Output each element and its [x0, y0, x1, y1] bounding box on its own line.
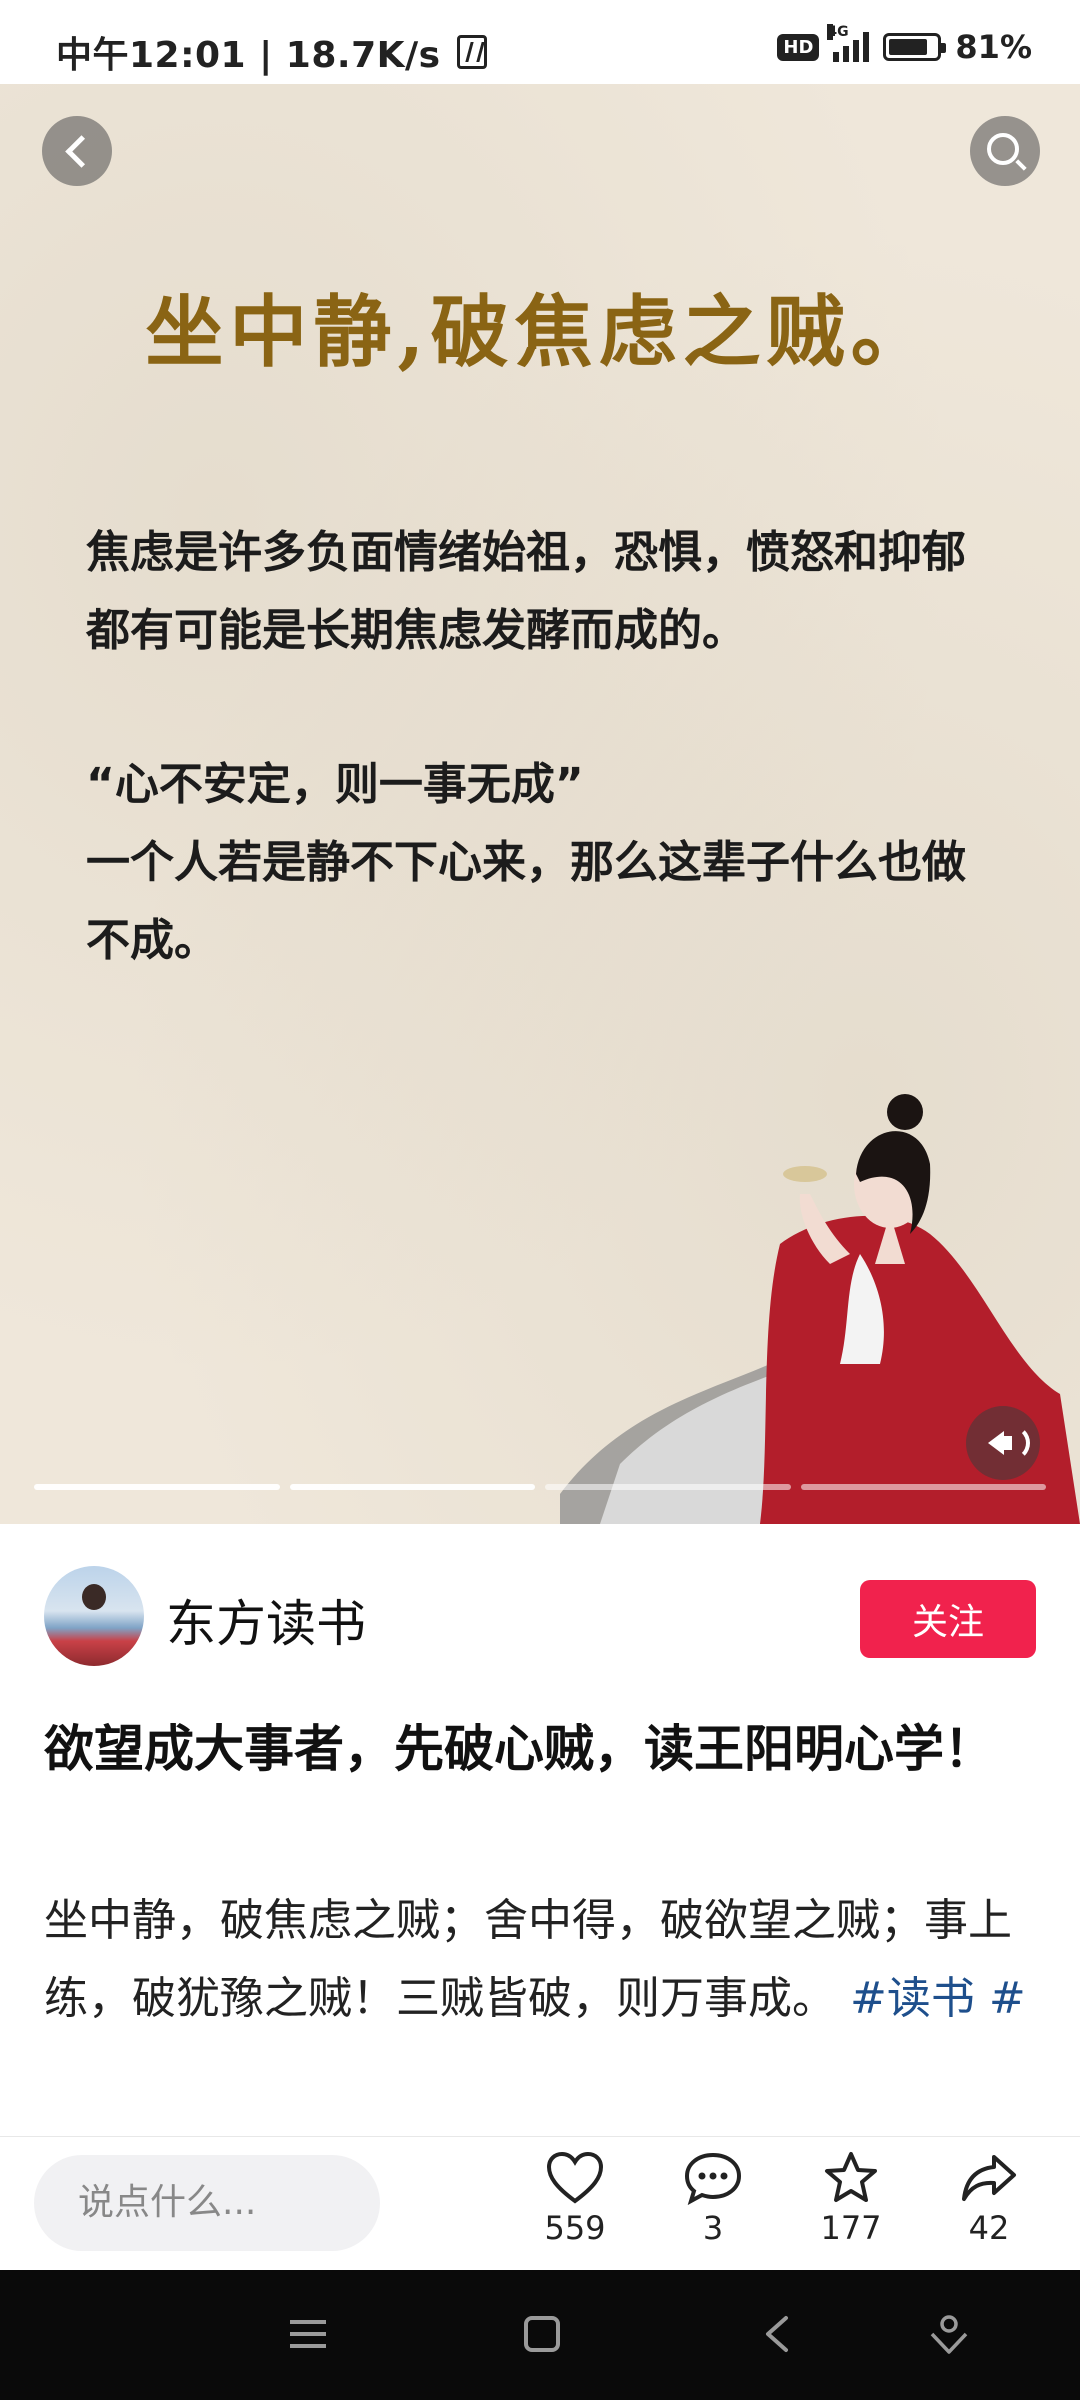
back-arrow-icon	[64, 134, 98, 168]
comment-input[interactable]: 说点什么...	[34, 2155, 380, 2251]
image-progress-indicator	[34, 1484, 1046, 1490]
progress-segment	[545, 1484, 791, 1490]
sound-waves	[1008, 1425, 1030, 1461]
comment-button[interactable]: 3	[658, 2151, 768, 2247]
sound-icon	[988, 1431, 1012, 1455]
post-image[interactable]: 坐中静,破焦虑之贼。 焦虑是许多负面情绪始祖，恐惧，愤怒和抑郁都有可能是长期焦虑…	[0, 84, 1080, 1524]
status-left: 中午12:01 | 18.7K/s	[56, 26, 487, 78]
hd-badge: HD	[777, 33, 820, 61]
nfc-icon	[456, 35, 487, 69]
progress-segment	[800, 1484, 1046, 1490]
signal-icon: 4G	[827, 24, 870, 62]
favorite-count: 177	[820, 2209, 882, 2247]
progress-segment	[34, 1484, 280, 1490]
network-type: 4G	[827, 24, 849, 40]
author-name[interactable]: 东方读书	[166, 1584, 366, 1656]
comment-count: 3	[702, 2209, 724, 2247]
comment-bubble-icon	[684, 2152, 742, 2205]
post-title: 欲望成大事者，先破心贼，读王阳明心学！	[44, 1720, 994, 1778]
status-time-speed: 中午12:01 | 18.7K/s	[56, 35, 441, 76]
system-navigation-bar	[0, 2270, 1080, 2400]
back-button[interactable]	[42, 116, 112, 186]
action-bar: 说点什么... 559 3 177 42	[0, 2136, 1080, 2271]
image-paragraph-2-body: 一个人若是静不下心来，那么这辈子什么也做不成。	[86, 837, 966, 966]
follow-button[interactable]: 关注	[860, 1580, 1036, 1658]
like-button[interactable]: 559	[520, 2151, 630, 2247]
image-paragraph-1: 焦虑是许多负面情绪始祖，恐惧，愤怒和抑郁都有可能是长期焦虑发酵而成的。	[86, 527, 966, 656]
search-icon	[987, 133, 1019, 165]
status-bar: 中午12:01 | 18.7K/s HD 4G 81%	[0, 0, 1080, 84]
like-count: 559	[544, 2209, 606, 2247]
share-button[interactable]: 42	[934, 2151, 1044, 2247]
share-count: 42	[968, 2209, 1010, 2247]
battery-percent: 81%	[955, 28, 1032, 66]
battery-icon	[883, 33, 947, 61]
back-icon[interactable]	[756, 2312, 800, 2356]
search-button[interactable]	[970, 116, 1040, 186]
favorite-button[interactable]: 177	[796, 2151, 906, 2247]
heart-icon	[546, 2151, 604, 2204]
image-paragraph-2: “心不安定，则一事无成” 一个人若是静不下心来，那么这辈子什么也做不成。	[86, 746, 1006, 980]
image-headline: 坐中静,破焦虑之贼。	[145, 287, 935, 378]
assistant-icon[interactable]	[926, 2312, 972, 2358]
sound-toggle-button[interactable]	[966, 1406, 1040, 1480]
post-body: 坐中静，破焦虑之贼；舍中得，破欲望之贼；事上练，破犹豫之贼！三贼皆破，则万事成。…	[44, 1882, 1034, 2038]
menu-icon[interactable]	[286, 2312, 330, 2356]
share-arrow-icon	[962, 2155, 1016, 2201]
image-quote: “心不安定，则一事无成”	[86, 759, 584, 810]
home-icon[interactable]	[520, 2312, 564, 2356]
hashtag-link[interactable]: #读书	[850, 1973, 989, 2024]
status-right: HD 4G 81%	[777, 24, 1032, 66]
star-icon	[825, 2152, 877, 2202]
progress-segment	[289, 1484, 535, 1490]
avatar[interactable]	[44, 1566, 144, 1666]
author-row: 东方读书 关注	[0, 1524, 1080, 1716]
